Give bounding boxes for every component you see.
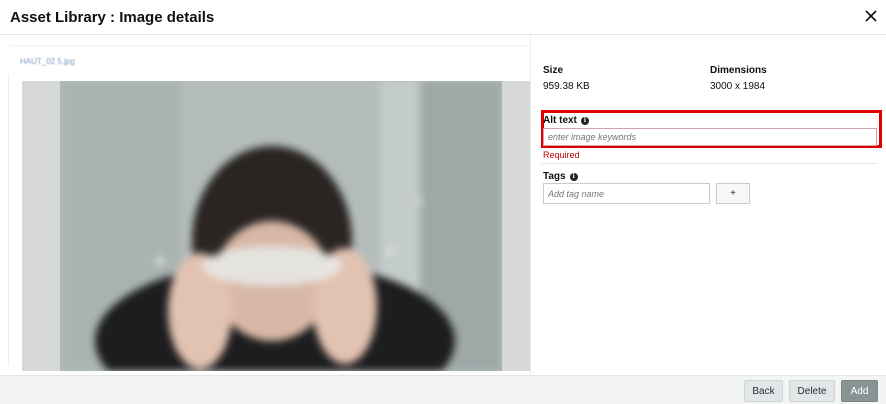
divider (10, 45, 528, 46)
alt-text-label-row: Alt text i (543, 115, 589, 126)
image-preview (22, 81, 530, 371)
add-button[interactable]: Add (841, 380, 878, 402)
divider (541, 163, 878, 164)
modal-title: Asset Library : Image details (10, 9, 215, 26)
size-label: Size (543, 65, 564, 76)
image-filename: HAUT_02 5.jpg (20, 57, 75, 66)
tag-name-input[interactable] (543, 183, 710, 204)
add-tag-button[interactable]: + (716, 183, 750, 204)
preview-photo (60, 81, 502, 371)
size-value: 959.38 KB (543, 81, 590, 92)
tags-label: Tags (543, 171, 566, 182)
info-icon[interactable]: i (580, 116, 589, 125)
pane-divider (530, 35, 531, 375)
dimensions-label: Dimensions (710, 65, 767, 76)
back-button[interactable]: Back (744, 380, 783, 402)
delete-button[interactable]: Delete (789, 380, 835, 402)
alt-text-label: Alt text (543, 115, 577, 126)
tags-label-row: Tags i (543, 171, 578, 182)
alt-text-input[interactable] (543, 128, 877, 146)
alt-text-error: Required (543, 150, 580, 160)
modal-header: Asset Library : Image details (0, 0, 886, 35)
dimensions-value: 3000 x 1984 (710, 81, 766, 92)
close-icon[interactable] (862, 7, 880, 25)
info-icon[interactable]: i (569, 172, 578, 181)
divider (8, 75, 9, 365)
